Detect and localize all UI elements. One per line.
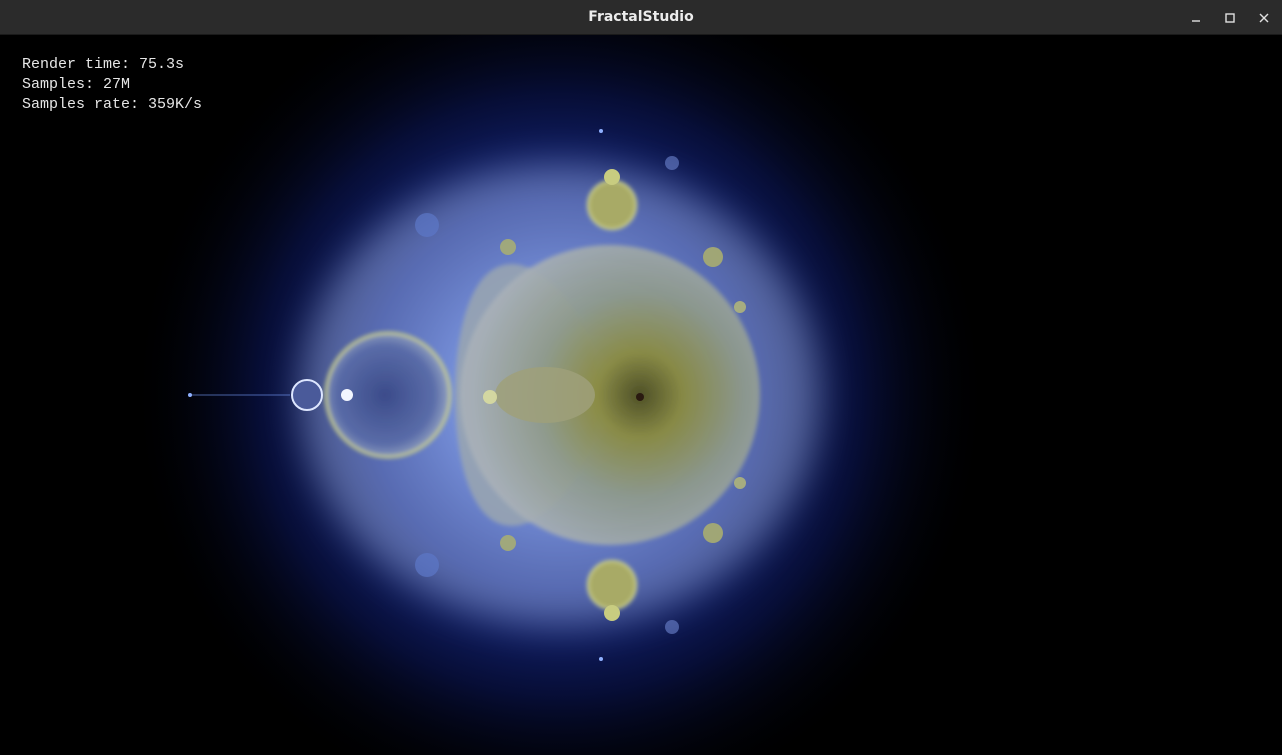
- maximize-icon: [1225, 12, 1235, 23]
- maximize-button[interactable]: [1213, 0, 1247, 35]
- minimize-button[interactable]: [1179, 0, 1213, 35]
- window-title: FractalStudio: [588, 9, 694, 25]
- fractal-render-image: [0, 35, 1282, 755]
- samples-rate-label: Samples rate: 359K/s: [22, 96, 203, 113]
- app-window: FractalStudio Render time: 75.3s Samples…: [0, 0, 1282, 755]
- samples-label: Samples: 27M: [22, 76, 131, 93]
- close-icon: [1259, 13, 1269, 22]
- title-bar[interactable]: FractalStudio: [0, 0, 1282, 35]
- close-button[interactable]: [1247, 0, 1281, 35]
- minimize-icon: [1192, 19, 1200, 22]
- render-canvas[interactable]: Render time: 75.3s Samples: 27M Samples …: [0, 35, 1282, 755]
- render-time-label: Render time: 75.3s: [22, 56, 185, 73]
- render-stats-overlay: Render time: 75.3s Samples: 27M Samples …: [22, 55, 202, 115]
